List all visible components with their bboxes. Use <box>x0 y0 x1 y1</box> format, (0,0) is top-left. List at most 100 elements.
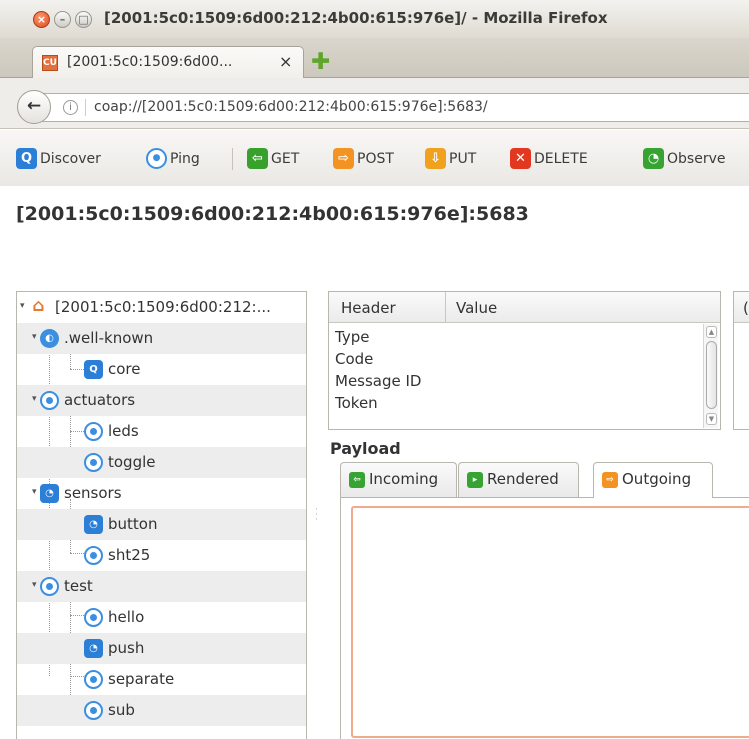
column-header-value[interactable]: Value <box>456 299 497 317</box>
scrollbar-thumb[interactable] <box>706 341 717 409</box>
tab-outgoing[interactable]: ⇨ Outgoing <box>593 462 713 498</box>
resource-icon <box>84 670 103 689</box>
rss-icon: ◔ <box>84 515 103 534</box>
resource-icon <box>84 453 103 472</box>
globe-icon: ◐ <box>40 329 59 348</box>
tree-root-item[interactable]: ▾ ⌂ [2001:5c0:1509:6d00:212:... <box>17 292 306 323</box>
tab-incoming[interactable]: ⇦ Incoming <box>340 462 457 497</box>
options-panel: ( <box>733 291 749 430</box>
expand-toggle-icon[interactable]: ▾ <box>32 394 37 404</box>
back-button[interactable]: ← <box>17 90 51 124</box>
url-text[interactable]: coap://[2001:5c0:1509:6d00:212:4b00:615:… <box>94 99 488 115</box>
tab-close-icon[interactable]: × <box>279 52 292 71</box>
table-row: Token <box>335 394 378 412</box>
browser-tab[interactable]: CU [2001:5c0:1509:6d00... × <box>32 46 304 79</box>
tree-item-actuators[interactable]: ▾ actuators <box>17 385 306 416</box>
tree-item-well-known[interactable]: ▾ ◐ .well-known <box>17 323 306 354</box>
resource-icon <box>84 608 103 627</box>
tab-label: Outgoing <box>622 470 692 488</box>
tree-item-label: .well-known <box>64 329 154 347</box>
page-title: [2001:5c0:1509:6d00:212:4b00:615:976e]:5… <box>16 203 529 225</box>
window-title: [2001:5c0:1509:6d00:212:4b00:615:976e]/ … <box>104 9 608 27</box>
rss-icon: ◔ <box>40 484 59 503</box>
column-divider[interactable] <box>445 292 446 323</box>
header-table: Header Value Type Code Message ID Token … <box>328 291 721 430</box>
tree-item-label: actuators <box>64 391 136 409</box>
table-row: Code <box>335 350 374 368</box>
put-label: PUT <box>449 151 477 167</box>
tree-item-label: leds <box>108 422 139 440</box>
minimize-icon: – <box>59 13 66 26</box>
maximize-icon: □ <box>78 13 89 26</box>
x-icon: ✕ <box>510 148 531 169</box>
expand-toggle-icon[interactable]: ▾ <box>20 301 25 311</box>
new-tab-plus-icon[interactable]: ✚ <box>311 51 330 74</box>
expand-toggle-icon[interactable]: ▾ <box>32 332 37 342</box>
tree-item-label: separate <box>108 670 175 688</box>
tree-item-hello[interactable]: hello <box>17 602 306 633</box>
resource-icon <box>40 577 59 596</box>
splitter-grip[interactable]: · · · <box>315 506 319 525</box>
tree-item-leds[interactable]: leds <box>17 416 306 447</box>
column-header-header[interactable]: Header <box>341 299 396 317</box>
tree-item-core[interactable]: Q core <box>17 354 306 385</box>
expand-toggle-icon[interactable]: ▾ <box>32 487 37 497</box>
search-icon: Q <box>84 360 103 379</box>
search-icon: Q <box>16 148 37 169</box>
tree-item-test[interactable]: ▾ test <box>17 571 306 602</box>
outgoing-icon: ⇨ <box>602 472 618 488</box>
rendered-icon: ▸ <box>467 472 483 488</box>
outgoing-payload-textarea[interactable] <box>351 506 749 738</box>
window-minimize-button[interactable]: – <box>54 11 71 28</box>
tree-item-label: core <box>108 360 141 378</box>
firefox-window: × – □ [2001:5c0:1509:6d00:212:4b00:615:9… <box>0 0 749 739</box>
arrow-down-icon: ⇩ <box>425 148 446 169</box>
tree-item-sensors[interactable]: ▾ ◔ sensors <box>17 478 306 509</box>
tree-item-push[interactable]: ◔ push <box>17 633 306 664</box>
tree-item-toggle[interactable]: toggle <box>17 447 306 478</box>
tree-item-label: [2001:5c0:1509:6d00:212:... <box>55 298 271 316</box>
tree-item-sht25[interactable]: sht25 <box>17 540 306 571</box>
expand-toggle-icon[interactable]: ▾ <box>32 580 37 590</box>
tree-item-label: sensors <box>64 484 122 502</box>
post-label: POST <box>357 151 394 167</box>
tab-title: [2001:5c0:1509:6d00... <box>67 54 233 70</box>
payload-panel <box>340 497 749 739</box>
tree-item-button[interactable]: ◔ button <box>17 509 306 540</box>
payload-label: Payload <box>330 439 401 458</box>
ping-icon: ● <box>146 148 167 169</box>
info-icon[interactable]: i <box>63 100 78 115</box>
tree-item-label: sub <box>108 701 135 719</box>
table-row: Type <box>335 328 370 346</box>
options-panel-header-letter: ( <box>743 299 749 317</box>
home-icon: ⌂ <box>32 296 45 316</box>
toolbar-separator <box>232 148 233 170</box>
tree-item-label: sht25 <box>108 546 151 564</box>
scroll-down-icon[interactable]: ▼ <box>706 413 717 425</box>
tab-rendered[interactable]: ▸ Rendered <box>458 462 579 497</box>
tab-label: Incoming <box>369 470 439 488</box>
tree-item-label: hello <box>108 608 145 626</box>
discover-label: Discover <box>40 151 101 167</box>
table-row: Message ID <box>335 372 422 390</box>
copper-toolbar: Q Discover ● Ping ⇦ GET ⇨ POST ⇩ PUT ✕ DELETE … <box>0 130 749 186</box>
scroll-up-icon[interactable]: ▲ <box>706 326 717 338</box>
resource-icon <box>40 391 59 410</box>
navigation-bar: i coap://[2001:5c0:1509:6d00:212:4b00:61… <box>0 78 749 129</box>
copper-favicon-icon: CU <box>42 55 58 71</box>
header-table-scrollbar[interactable]: ▲ ▼ <box>703 324 718 428</box>
tree-item-sub[interactable]: sub <box>17 695 306 726</box>
window-maximize-button[interactable]: □ <box>75 11 92 28</box>
arrow-right-icon: ⇨ <box>333 148 354 169</box>
resource-icon <box>84 546 103 565</box>
resource-icon <box>84 701 103 720</box>
get-label: GET <box>271 151 300 167</box>
url-bar[interactable]: i coap://[2001:5c0:1509:6d00:212:4b00:61… <box>33 93 749 122</box>
tree-item-separate[interactable]: separate <box>17 664 306 695</box>
ping-label: Ping <box>170 151 200 167</box>
tab-strip: CU [2001:5c0:1509:6d00... × ✚ <box>0 38 749 79</box>
window-close-button[interactable]: × <box>33 11 50 28</box>
tree-item-label: toggle <box>108 453 156 471</box>
delete-label: DELETE <box>534 151 588 167</box>
resource-tree: ▾ ⌂ [2001:5c0:1509:6d00:212:... ▾ ◐ .wel… <box>16 291 307 739</box>
